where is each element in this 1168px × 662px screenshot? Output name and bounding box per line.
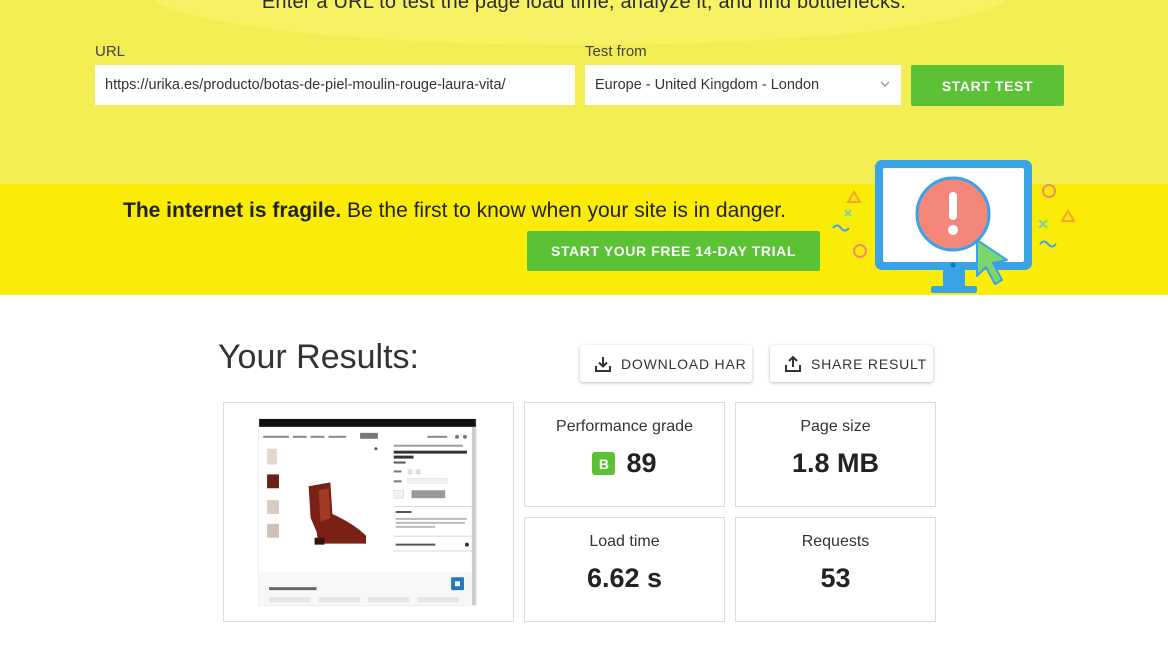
requests-card: Requests 53 bbox=[735, 517, 936, 622]
hero-tagline: Enter a URL to test the page load time, … bbox=[261, 0, 907, 13]
test-from-label: Test from bbox=[585, 43, 647, 60]
chevron-down-icon bbox=[880, 81, 890, 87]
load-time-label: Load time bbox=[589, 533, 660, 550]
test-location-value: Europe - United Kingdom - London bbox=[595, 77, 820, 93]
performance-grade-label: Performance grade bbox=[556, 418, 693, 435]
performance-grade-card: Performance grade B 89 bbox=[524, 402, 725, 507]
requests-label: Requests bbox=[801, 533, 870, 550]
share-result-button[interactable]: SHARE RESULT bbox=[770, 345, 933, 382]
grade-badge: B bbox=[592, 452, 616, 475]
test-location-select[interactable]: Europe - United Kingdom - London bbox=[585, 65, 901, 105]
page-screenshot-thumbnail[interactable] bbox=[258, 418, 477, 606]
share-icon bbox=[785, 355, 801, 372]
free-trial-button[interactable]: START YOUR FREE 14-DAY TRIAL bbox=[527, 231, 820, 271]
download-icon bbox=[595, 356, 611, 372]
page-size-label: Page size bbox=[800, 418, 871, 435]
url-label: URL bbox=[95, 43, 126, 60]
banner-message: The internet is fragile. Be the first to… bbox=[123, 199, 786, 223]
load-time-value: 6.62 s bbox=[586, 563, 663, 593]
share-result-label: SHARE RESULT bbox=[811, 355, 927, 372]
load-time-card: Load time 6.62 s bbox=[524, 517, 725, 622]
monitor-alert-illustration bbox=[832, 160, 1076, 293]
download-har-label: DOWNLOAD HAR bbox=[621, 355, 747, 372]
performance-grade-row: B 89 bbox=[525, 448, 724, 479]
url-input[interactable] bbox=[95, 65, 575, 105]
download-har-button[interactable]: DOWNLOAD HAR bbox=[580, 345, 752, 382]
results-title: Your Results: bbox=[218, 338, 419, 376]
performance-grade-value: 89 bbox=[626, 448, 657, 478]
start-test-button[interactable]: START TEST bbox=[911, 65, 1064, 106]
banner-bold-text: The internet is fragile. bbox=[123, 199, 342, 222]
banner-text: Be the first to know when your site is i… bbox=[341, 199, 786, 222]
page-size-value: 1.8 MB bbox=[791, 448, 880, 478]
requests-value: 53 bbox=[820, 563, 851, 593]
page-size-card: Page size 1.8 MB bbox=[735, 402, 936, 507]
